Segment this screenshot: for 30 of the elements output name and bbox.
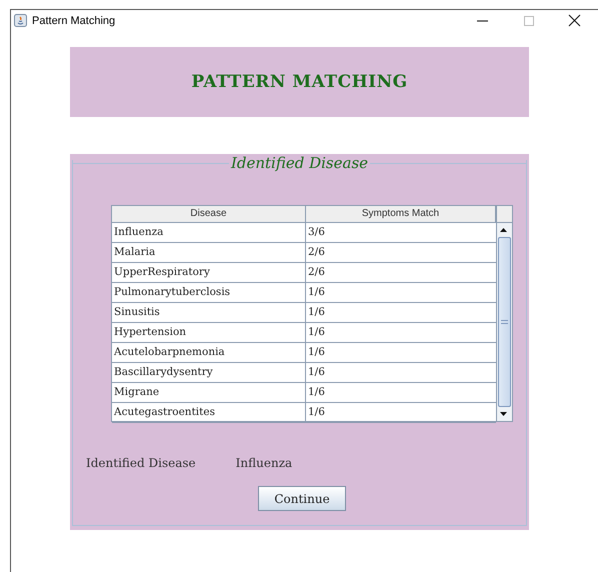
app-icon <box>14 14 27 27</box>
disease-cell: Bascillarydysentry <box>112 363 306 382</box>
disease-cell: UpperRespiratory <box>112 263 306 282</box>
match-cell-text: 1/6 <box>307 385 326 400</box>
match-cell-text: 1/6 <box>307 285 326 300</box>
column-header[interactable]: Disease <box>112 206 306 222</box>
disease-cell: Malaria <box>112 243 306 262</box>
window-title: Pattern Matching <box>32 14 116 26</box>
disease-cell: Influenza <box>112 223 306 242</box>
banner-title: PATTERN MATCHING <box>191 72 408 92</box>
scrollbar[interactable] <box>496 206 512 421</box>
disease-cell: Acutegastroentites <box>112 403 306 422</box>
disease-cell: Migrane <box>112 383 306 402</box>
panel-title: Identified Disease <box>228 154 370 172</box>
grip-icon <box>501 320 508 324</box>
result-label: Identified Disease <box>86 456 196 470</box>
match-cell-text: 1/6 <box>307 365 326 380</box>
match-cell-text: 2/6 <box>307 245 326 260</box>
match-cell-text: 2/6 <box>307 265 326 280</box>
match-cell-text: 1/6 <box>307 405 326 420</box>
match-cell-text: 3/6 <box>307 225 326 240</box>
disease-cell: Acutelobarpnemonia <box>112 343 306 362</box>
result-value: Influenza <box>236 456 292 470</box>
disease-cell: Pulmonarytuberclosis <box>112 283 306 302</box>
match-cell-text: 1/6 <box>307 325 326 340</box>
disease-cell: Sinusitis <box>112 303 306 322</box>
continue-button[interactable]: Continue <box>258 486 346 511</box>
disease-cell: Hypertension <box>112 323 306 342</box>
match-cell-text: 1/6 <box>307 305 326 320</box>
match-cell-text: 1/6 <box>307 345 326 360</box>
